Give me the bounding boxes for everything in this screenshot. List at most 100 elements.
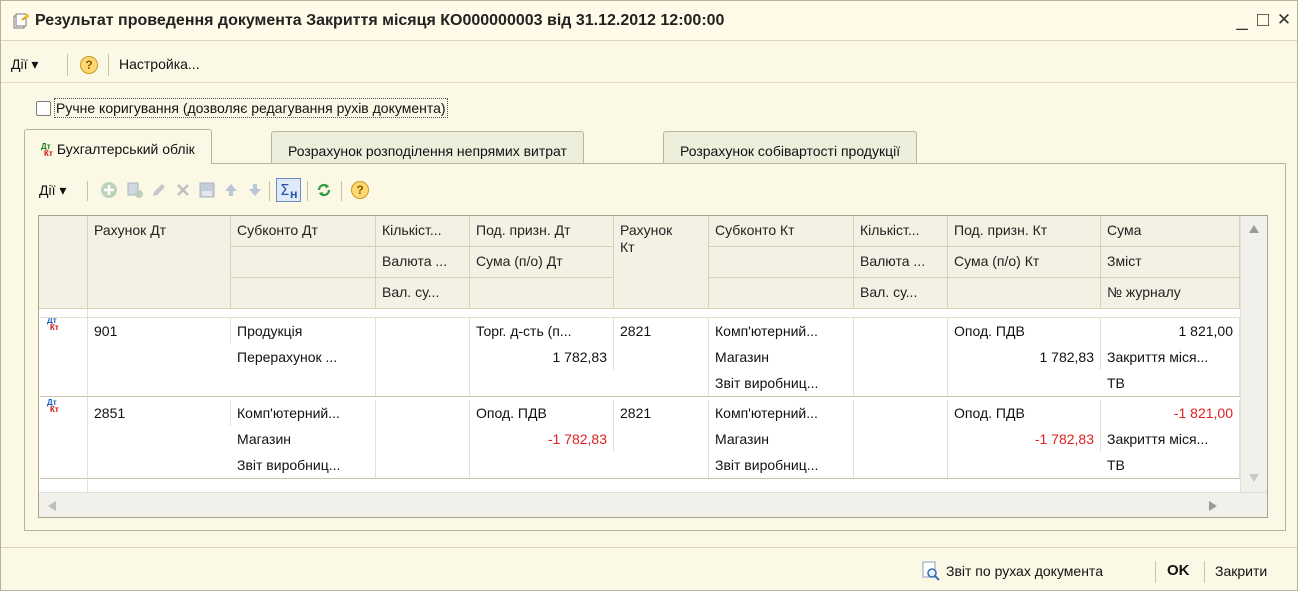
scroll-down-icon[interactable] (1249, 474, 1259, 482)
tab-indirect-costs[interactable]: Розрахунок розподілення непрямих витрат (271, 131, 584, 164)
header-kilkist-dt[interactable]: Кількіст... (376, 216, 470, 247)
vertical-scrollbar[interactable] (1240, 216, 1267, 517)
menu-bar: Дії ▾ ? Настройка... (1, 47, 1297, 83)
cell-subkonto-dt[interactable]: Звіт виробниц... (231, 452, 376, 478)
cell-subkonto-dt[interactable]: Комп'ютерний... (231, 400, 376, 426)
header-val-suma-kt[interactable]: Вал. су... (854, 278, 948, 309)
cell-subkonto-dt[interactable]: Магазин (231, 426, 376, 452)
header-subkonto-kt[interactable]: Субконто Кт (709, 216, 854, 247)
header-pod-dt[interactable]: Под. призн. Дт (470, 216, 614, 247)
title-bar[interactable]: Результат проведення документа Закриття … (1, 1, 1297, 41)
cell-suma-po-dt[interactable]: 1 782,83 (470, 344, 614, 370)
ok-button[interactable]: OK (1167, 562, 1190, 579)
header-kilkist-kt[interactable]: Кількіст... (854, 216, 948, 247)
row-divider (40, 396, 1240, 397)
header-suma-po-dt[interactable]: Сума (п/о) Дт (470, 247, 614, 278)
header-suma-po-kt[interactable]: Сума (п/о) Кт (948, 247, 1101, 278)
cell-suma-po-kt[interactable]: 1 782,83 (948, 344, 1101, 370)
header-blank (231, 278, 376, 309)
window-title: Результат проведення документа Закриття … (35, 12, 725, 29)
cell-suma[interactable]: -1 821,00 (1101, 400, 1240, 426)
grid-actions-menu[interactable]: Дії ▾ (39, 182, 66, 199)
copy-icon[interactable] (124, 179, 146, 201)
cell-pod-kt[interactable]: Опод. ПДВ (948, 400, 1101, 426)
menu-separator (67, 54, 68, 76)
footer-separator (1155, 561, 1156, 583)
header-zhurnal[interactable]: № журналу (1101, 278, 1240, 309)
cell-zhurnal[interactable]: ТВ (1101, 370, 1240, 396)
manual-correction-checkbox[interactable] (36, 101, 51, 116)
cell-zmist[interactable]: Закриття міся... (1101, 344, 1240, 370)
settings-menu[interactable]: Настройка... (119, 56, 200, 72)
cell-suma[interactable]: 1 821,00 (1101, 318, 1240, 344)
maximize-button[interactable]: □ (1252, 9, 1274, 31)
edit-icon[interactable] (148, 179, 170, 201)
actions-menu[interactable]: Дії ▾ (11, 56, 38, 73)
manual-correction-label[interactable]: Ручне коригування (дозволяє редагування … (54, 98, 448, 118)
scroll-right-icon[interactable] (1209, 501, 1217, 511)
cell-rahunok-kt[interactable]: 2821 (614, 318, 709, 396)
cell-subkonto-dt[interactable] (231, 370, 376, 396)
cell-pod-dt[interactable]: Торг. д-сть (п... (470, 318, 614, 344)
cell-rahunok-dt[interactable]: 901 (88, 318, 231, 344)
post-icon[interactable] (196, 179, 218, 201)
close-button[interactable]: Закрити (1215, 563, 1267, 579)
cell-suma-po-kt[interactable]: -1 782,83 (948, 426, 1101, 452)
move-down-icon[interactable] (244, 179, 266, 201)
cell-pod-kt[interactable]: Опод. ПДВ (948, 318, 1101, 344)
movements-table[interactable]: Рахунок Дт Субконто Дт Кількіст... Под. … (38, 215, 1268, 518)
cell-zmist[interactable]: Закриття міся... (1101, 426, 1240, 452)
header-valyuta-kt[interactable]: Валюта ... (854, 247, 948, 278)
tab-production-cost-label: Розрахунок собівартості продукції (680, 143, 901, 159)
cell-kilkist-kt[interactable] (854, 400, 948, 478)
cell-kilkist-kt[interactable] (854, 318, 948, 396)
cell-zhurnal[interactable]: ТВ (1101, 452, 1240, 478)
row-divider (40, 317, 1240, 318)
refresh-icon[interactable] (313, 179, 335, 201)
header-rahunok-kt[interactable]: Рахунок Кт (614, 216, 709, 309)
cell-suma-po-dt[interactable]: -1 782,83 (470, 426, 614, 452)
help-icon[interactable]: ? (351, 181, 369, 199)
header-val-suma-dt[interactable]: Вал. су... (376, 278, 470, 309)
header-zmist[interactable]: Зміст (1101, 247, 1240, 278)
cell-subkonto-kt[interactable]: Магазин (709, 426, 854, 452)
cell-subkonto-kt[interactable]: Звіт виробниц... (709, 370, 854, 396)
cell-subkonto-kt[interactable]: Комп'ютерний... (709, 318, 854, 344)
cell-kilkist-dt[interactable] (376, 400, 470, 478)
column-divider (87, 309, 88, 492)
cell-subkonto-kt[interactable]: Комп'ютерний... (709, 400, 854, 426)
cell-subkonto-kt[interactable]: Магазин (709, 344, 854, 370)
cell-rahunok-kt[interactable]: 2821 (614, 400, 709, 478)
header-rahunok-dt[interactable]: Рахунок Дт (88, 216, 231, 309)
tab-production-cost[interactable]: Розрахунок собівартості продукції (663, 131, 918, 164)
header-valyuta-dt[interactable]: Валюта ... (376, 247, 470, 278)
header-subkonto-dt[interactable]: Субконто Дт (231, 216, 376, 247)
header-pod-kt[interactable]: Под. призн. Кт (948, 216, 1101, 247)
tab-accounting[interactable]: Дт Кт Бухгалтерський облік (24, 129, 212, 164)
close-window-button[interactable]: ✕ (1273, 9, 1295, 31)
move-up-icon[interactable] (220, 179, 242, 201)
dt-kt-icon: Дт Кт (47, 316, 59, 332)
delete-icon[interactable] (172, 179, 194, 201)
header-suma[interactable]: Сума (1101, 216, 1240, 247)
cell-pod-dt[interactable]: Опод. ПДВ (470, 400, 614, 426)
header-blank (231, 247, 376, 278)
dt-kt-icon: Дт Кт (47, 398, 59, 414)
add-icon[interactable] (98, 179, 120, 201)
footer-separator (1204, 561, 1205, 583)
scroll-up-icon[interactable] (1249, 225, 1259, 233)
help-icon[interactable]: ? (80, 56, 98, 74)
cell-subkonto-dt[interactable]: Продукція (231, 318, 376, 344)
scroll-thumb-grip (1244, 446, 1264, 448)
horizontal-scrollbar[interactable] (39, 492, 1267, 517)
movements-report-button[interactable]: Звіт по рухах документа (946, 563, 1103, 579)
cell-rahunok-dt[interactable]: 2851 (88, 400, 231, 426)
sum-icon[interactable]: ΣH (276, 178, 301, 202)
cell-kilkist-dt[interactable] (376, 318, 470, 396)
cell-subkonto-dt[interactable]: Перерахунок ... (231, 344, 376, 370)
cell-subkonto-kt[interactable]: Звіт виробниц... (709, 452, 854, 478)
header-blank (709, 278, 854, 309)
scroll-left-icon[interactable] (48, 501, 56, 511)
header-blank (709, 247, 854, 278)
minimize-button[interactable]: _ (1231, 9, 1253, 31)
